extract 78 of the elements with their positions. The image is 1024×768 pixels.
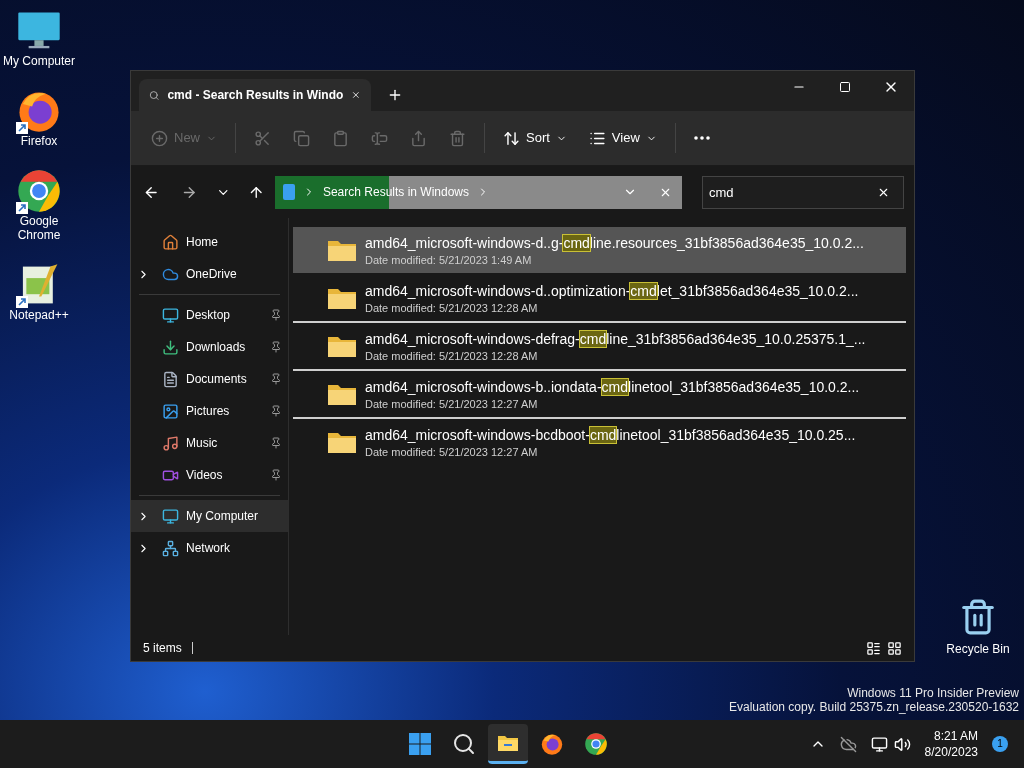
date-modified: Date modified: 5/21/2023 12:28 AM [365,348,539,364]
pin-icon [270,437,282,449]
desktop-icon-label[interactable]: Recycle Bin [946,640,1010,658]
share-icon [410,129,427,147]
sidebar-item[interactable]: Music [131,427,288,459]
window-tab[interactable]: cmd - Search Results in Windo [139,79,371,111]
pin-icon [270,469,282,481]
more-icon [693,136,710,140]
monitor-icon [162,306,179,324]
recycle-bin-icon [959,598,997,636]
new-tab-icon[interactable] [387,87,403,103]
taskbar-app-button[interactable] [488,724,528,764]
sidebar-item[interactable]: Documents [131,363,288,395]
search-field[interactable]: cmd [702,175,904,209]
folder-icon [327,430,357,454]
sort-icon [503,129,520,147]
os-build-notice: Windows 11 Pro Insider Preview [847,686,1019,700]
pin-icon [270,309,282,321]
tiles-view-icon[interactable] [887,640,902,656]
sidebar-item[interactable]: OneDrive [131,258,288,290]
folder-icon [327,382,357,406]
date-modified: Date modified: 5/21/2023 12:27 AM [365,444,539,460]
chrome-icon [16,168,62,214]
sidebar-item[interactable]: Home [131,226,288,258]
search-icon [452,732,476,756]
document-icon [162,370,179,388]
clipboard-icon [332,129,349,147]
pin-icon [270,373,282,385]
sidebar-item[interactable]: Network [131,532,288,564]
download-icon [162,338,179,356]
folder-icon [327,334,357,358]
folder-icon [327,238,357,262]
windows-logo-icon [408,732,432,756]
item-count: 5 items [143,640,182,657]
sidebar-item[interactable]: Downloads [131,331,288,363]
file-name: amd64_microsoft-windows-d..g-cmdline.resources_31bf3856ad364e35_10.0.2... [365,233,864,253]
desktop-icon-label[interactable]: Firefox [20,134,58,148]
file-name: amd64_microsoft-windows-d..optimization-cmdlet_31bf3856ad364e35_10.0.2... [365,281,859,301]
date-modified: Date modified: 5/21/2023 12:28 AM [365,300,539,316]
clock-time[interactable]: 8:21 AM [933,728,978,744]
volume-icon[interactable] [893,735,911,753]
view-button[interactable]: View [578,121,667,155]
pin-icon [270,405,282,417]
rename-icon [371,129,388,147]
desktop-icon-label[interactable]: Google Chrome [0,214,78,242]
maximize-icon[interactable] [839,81,851,93]
breadcrumb[interactable]: Search Results in Windows [322,183,469,201]
clock-date[interactable]: 8/20/2023 [924,744,978,760]
cloud-off-icon[interactable] [839,735,857,753]
sidebar-item[interactable]: My Computer [131,500,288,532]
plus-circle-icon [151,129,168,147]
chrome-icon [584,732,608,756]
sidebar-item[interactable]: Videos [131,459,288,491]
music-note-icon [162,434,179,452]
notification-badge[interactable]: 1 [992,736,1008,752]
search-result-row[interactable]: amd64_microsoft-windows-d..g-cmdline.resources_31bf3856ad364e35_10.0.2... Date modified: 5/21/2023 1:49 AM [293,227,906,273]
pin-icon [270,341,282,353]
sidebar-item[interactable]: Pictures [131,395,288,427]
copy-icon [293,129,310,147]
sidebar-item[interactable]: Desktop [131,299,288,331]
network-icon [162,539,179,557]
home-icon [162,233,179,251]
os-build-notice: Evaluation copy. Build 25375.zn_release.230520-1632 [729,700,1019,714]
date-modified: Date modified: 5/21/2023 1:49 AM [365,252,533,268]
trash-icon [449,129,466,147]
desktop-icon-label[interactable]: My Computer [3,54,75,68]
folder-icon [327,286,357,310]
picture-icon [162,402,179,420]
address-bar[interactable]: Search Results in Windows [274,175,683,209]
sort-button[interactable]: Sort [493,121,577,155]
monitor-icon [162,507,179,525]
firefox-icon [540,732,564,756]
network-icon[interactable] [870,735,888,753]
date-modified: Date modified: 5/21/2023 12:27 AM [365,396,539,412]
scissors-icon [254,129,271,147]
desktop-icon-label[interactable]: Notepad++ [9,308,69,322]
search-result-row[interactable]: amd64_microsoft-windows-d..optimization-cmdlet_31bf3856ad364e35_10.0.2... Date modified: 5/21/2023 12:28 AM [293,275,906,321]
details-view-icon[interactable] [866,640,881,656]
